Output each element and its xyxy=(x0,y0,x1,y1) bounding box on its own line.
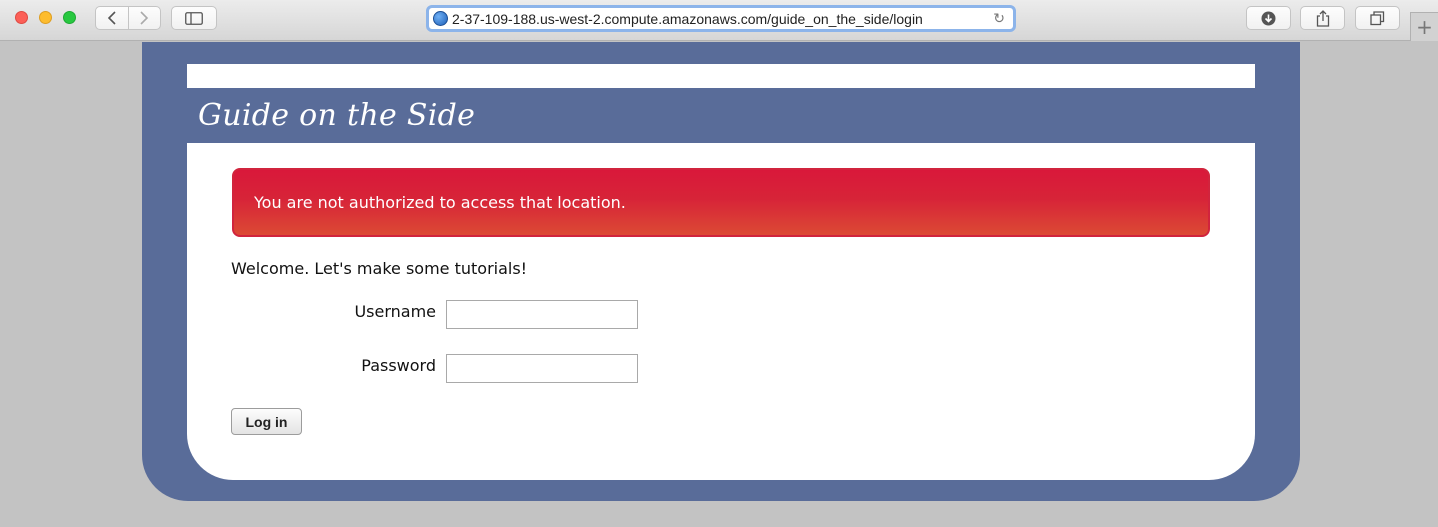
back-button[interactable] xyxy=(96,7,129,29)
sidebar-button[interactable] xyxy=(171,6,217,30)
auth-error-text: You are not authorized to access that lo… xyxy=(254,193,626,212)
username-input[interactable] xyxy=(446,300,638,329)
zoom-window-button[interactable] xyxy=(63,11,76,24)
forward-button[interactable] xyxy=(129,7,161,29)
globe-icon xyxy=(433,11,448,26)
plus-icon: + xyxy=(1416,15,1433,39)
address-bar[interactable]: 2-37-109-188.us-west-2.compute.amazonaws… xyxy=(426,5,1016,32)
tabs-icon xyxy=(1370,10,1385,25)
forward-icon xyxy=(140,11,149,25)
top-strip xyxy=(187,64,1255,88)
browser-toolbar: 2-37-109-188.us-west-2.compute.amazonaws… xyxy=(0,0,1438,41)
password-input[interactable] xyxy=(446,354,638,383)
tabs-overview-button[interactable] xyxy=(1355,6,1400,30)
close-window-button[interactable] xyxy=(15,11,28,24)
username-label: Username xyxy=(354,302,436,321)
welcome-text: Welcome. Let's make some tutorials! xyxy=(231,259,528,278)
sidebar-icon xyxy=(185,11,203,25)
minimize-window-button[interactable] xyxy=(39,11,52,24)
share-button[interactable] xyxy=(1300,6,1345,30)
share-icon xyxy=(1316,9,1329,27)
site-title[interactable]: Guide on the Side xyxy=(198,98,475,133)
back-icon xyxy=(107,11,116,25)
url-text: 2-37-109-188.us-west-2.compute.amazonaws… xyxy=(452,10,923,27)
new-tab-button[interactable]: + xyxy=(1410,12,1438,41)
site-header: Guide on the Side xyxy=(187,88,1255,143)
downloads-button[interactable] xyxy=(1246,6,1291,30)
auth-error-message: You are not authorized to access that lo… xyxy=(232,168,1210,237)
login-button[interactable]: Log in xyxy=(231,408,302,435)
password-label: Password xyxy=(361,356,436,375)
download-icon xyxy=(1261,11,1276,25)
reload-icon[interactable]: ↻ xyxy=(993,11,1005,27)
history-nav xyxy=(95,6,161,30)
main-content: You are not authorized to access that lo… xyxy=(187,143,1255,480)
